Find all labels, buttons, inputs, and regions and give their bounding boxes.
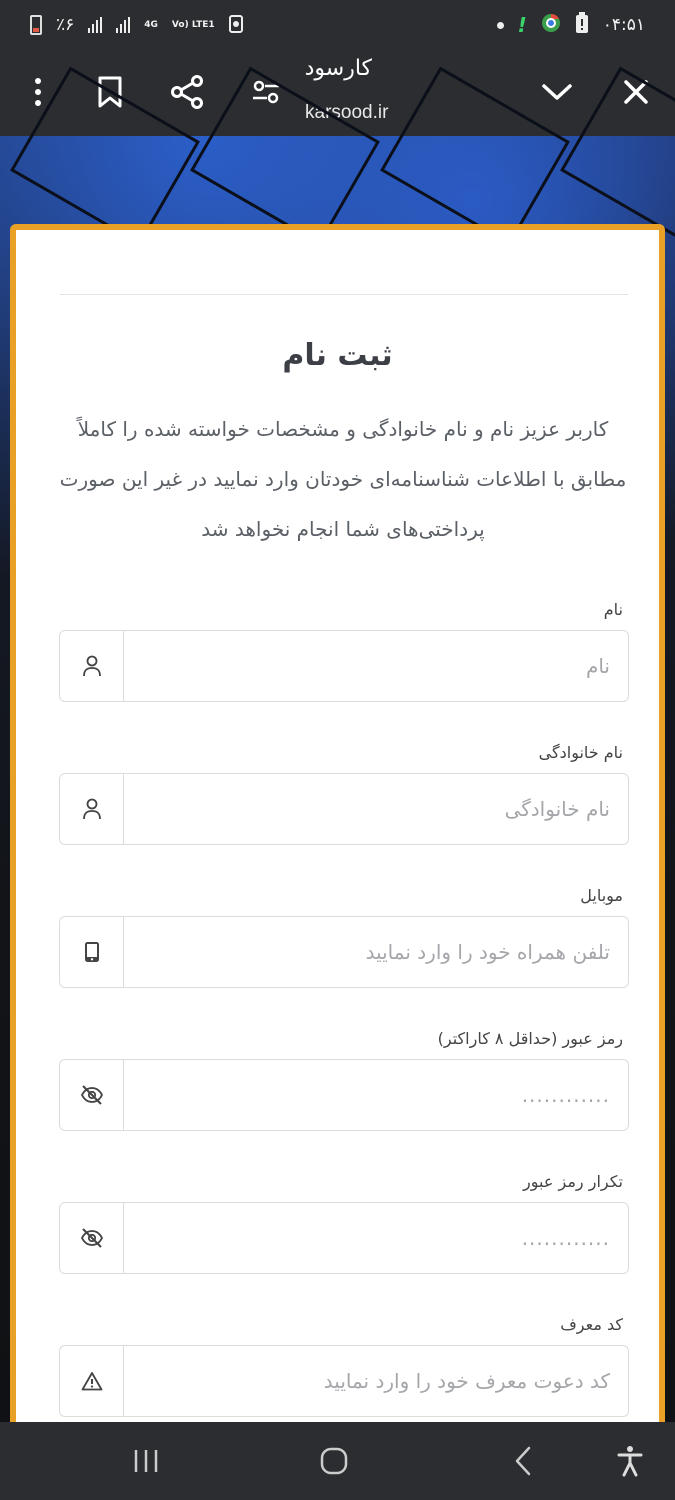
mobile-field	[59, 916, 629, 988]
last-name-label: نام خانوادگی	[538, 743, 623, 762]
accessibility-icon[interactable]	[605, 1436, 655, 1486]
referral-code-label: کد معرف	[560, 1315, 623, 1334]
first-name-label: نام	[603, 600, 623, 619]
warning-icon	[60, 1346, 124, 1416]
home-icon[interactable]	[309, 1436, 359, 1486]
signal-icon	[116, 17, 131, 33]
battery-alert-icon	[575, 11, 589, 39]
status-left: ٪۶ 4G Vo) LTE1	[30, 13, 243, 38]
eye-off-icon[interactable]	[60, 1203, 124, 1273]
chevron-down-icon[interactable]	[535, 70, 579, 114]
password-input[interactable]	[124, 1060, 628, 1130]
first-name-field	[59, 630, 629, 702]
divider	[60, 294, 628, 295]
battery-percent: ٪۶	[56, 15, 75, 35]
status-bar: ٪۶ 4G Vo) LTE1 ! ۰۴:۵۱	[0, 0, 675, 50]
volte-indicator: Vo) LTE1	[171, 19, 215, 30]
form-intro: کاربر عزیز نام و نام خانوادگی و مشخصات خ…	[59, 417, 627, 541]
back-icon[interactable]	[498, 1436, 548, 1486]
status-time: ۰۴:۵۱	[602, 15, 645, 35]
confirm-password-field	[59, 1202, 629, 1274]
page-title: کارسود	[304, 56, 372, 81]
battery-icon	[30, 15, 42, 35]
sync-icon	[228, 13, 243, 38]
user-icon	[60, 774, 124, 844]
password-field	[59, 1059, 629, 1131]
first-name-input[interactable]	[124, 631, 628, 701]
last-name-field	[59, 773, 629, 845]
referral-code-field	[59, 1345, 629, 1417]
chrome-icon	[541, 13, 561, 38]
notification-dot-icon	[496, 21, 504, 29]
referral-code-input[interactable]	[124, 1346, 628, 1416]
mobile-input[interactable]	[124, 917, 628, 987]
form-title: ثبت نام	[282, 338, 393, 373]
eye-off-icon[interactable]	[60, 1060, 124, 1130]
system-nav-bar	[0, 1422, 675, 1500]
status-right: ! ۰۴:۵۱	[496, 11, 645, 39]
signal-icon	[88, 17, 103, 33]
confirm-password-input[interactable]	[124, 1203, 628, 1273]
password-label: رمز عبور (حداقل ۸ کاراکتر)	[437, 1029, 623, 1048]
mobile-icon	[60, 917, 124, 987]
registration-card: ثبت نام کاربر عزیز نام و نام خانوادگی و …	[10, 224, 665, 1444]
user-icon	[60, 631, 124, 701]
mobile-label: موبایل	[580, 886, 623, 905]
last-name-input[interactable]	[124, 774, 628, 844]
network-type: 4G	[144, 19, 158, 30]
share-icon[interactable]	[165, 70, 209, 114]
recent-apps-icon[interactable]	[121, 1436, 171, 1486]
confirm-password-label: تکرار رمز عبور	[523, 1172, 623, 1191]
alert-icon: !	[517, 13, 527, 37]
